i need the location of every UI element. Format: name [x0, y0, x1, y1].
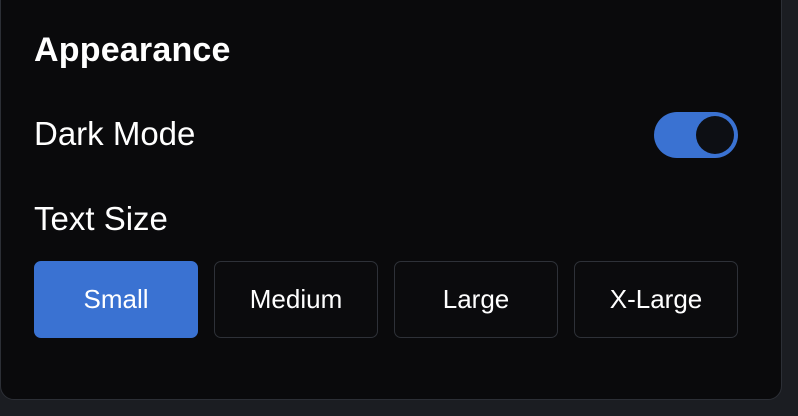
dark-mode-label: Dark Mode [34, 115, 196, 152]
dark-mode-toggle[interactable] [654, 112, 738, 158]
appearance-settings-panel: Appearance Dark Mode Text Size Small Med… [0, 0, 782, 400]
text-size-large-button[interactable]: Large [394, 261, 558, 338]
toggle-knob [696, 116, 734, 154]
text-size-label: Text Size [34, 200, 168, 237]
text-size-medium-button[interactable]: Medium [214, 261, 378, 338]
text-size-small-button[interactable]: Small [34, 261, 198, 338]
text-size-xlarge-button[interactable]: X-Large [574, 261, 738, 338]
section-title: Appearance [34, 31, 231, 69]
